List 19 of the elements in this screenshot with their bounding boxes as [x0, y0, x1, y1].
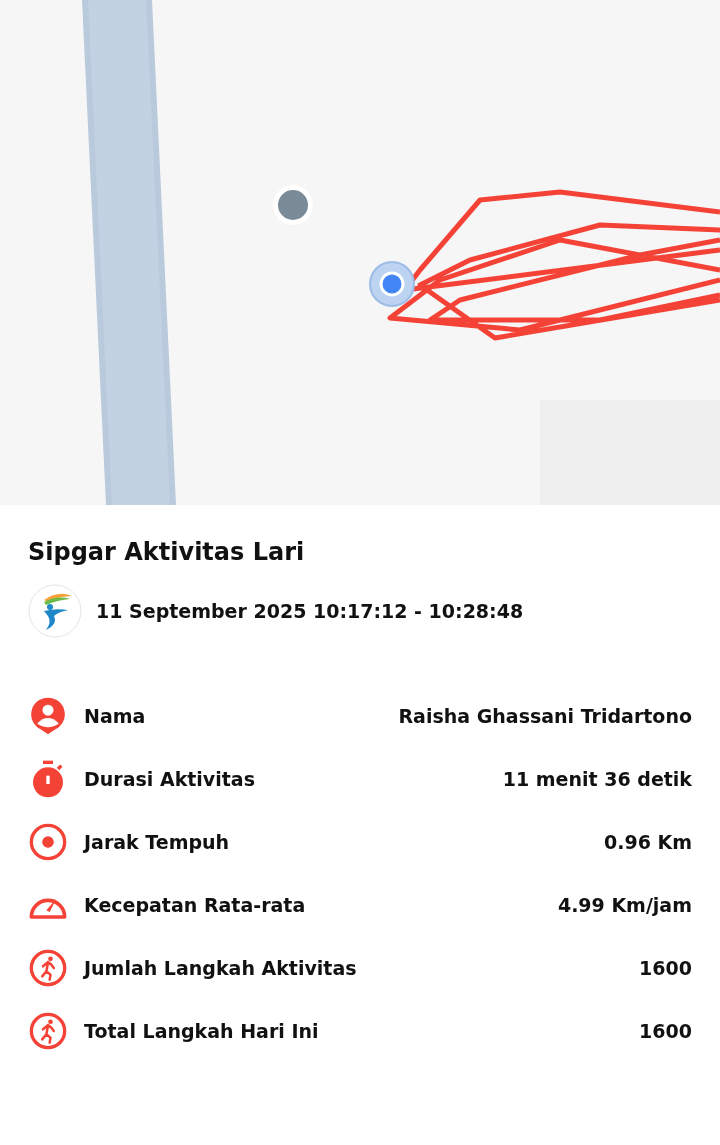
- stat-label: Total Langkah Hari Ini: [84, 1019, 320, 1042]
- stat-label: Jarak Tempuh: [84, 830, 231, 853]
- stat-value: 0.96 Km: [604, 830, 692, 853]
- person-pin-icon: [28, 695, 68, 736]
- stat-value: 1600: [639, 956, 692, 979]
- target-icon: [28, 821, 68, 862]
- stat-value: 4.99 Km/jam: [557, 893, 692, 916]
- date-range: 11 September 2025 10:17:12 - 10:28:48: [96, 600, 524, 622]
- runner-icon: [28, 1010, 68, 1051]
- stat-value: 11 menit 36 detik: [502, 767, 692, 790]
- runner-logo-icon: [28, 584, 82, 638]
- stat-label: Kecepatan Rata-rata: [84, 893, 307, 916]
- stat-value: Raisha Ghassani Tridartono: [398, 704, 692, 727]
- stat-value: 1600: [639, 1019, 692, 1042]
- stat-label: Nama: [84, 704, 147, 727]
- stat-label: Jumlah Langkah Aktivitas: [84, 956, 358, 979]
- stat-label: Durasi Aktivitas: [84, 767, 256, 790]
- activity-title: Sipgar Aktivitas Lari: [28, 537, 306, 568]
- runner-icon: [28, 947, 68, 988]
